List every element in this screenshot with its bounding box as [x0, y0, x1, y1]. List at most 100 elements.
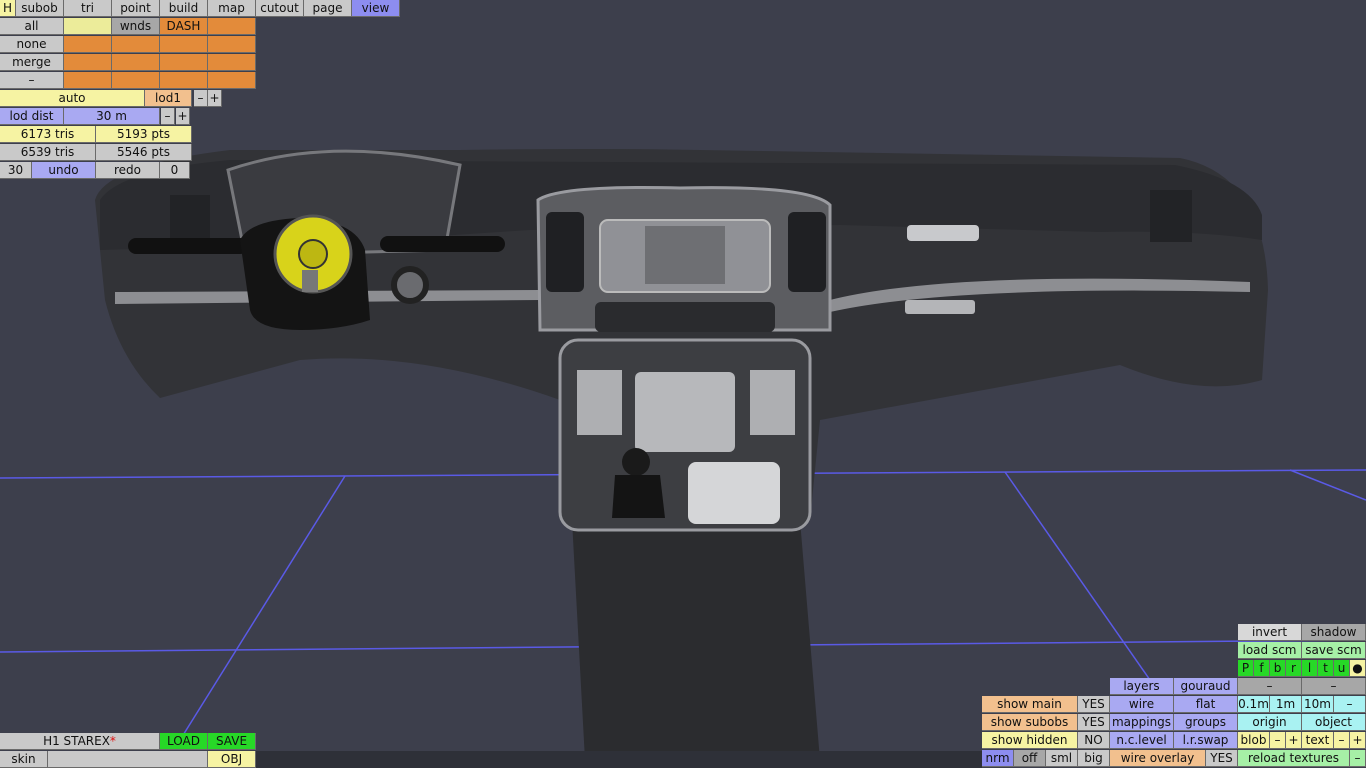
view-under-button[interactable]: u — [1334, 660, 1350, 677]
lod-dist-decrease[interactable]: – — [161, 108, 175, 125]
skin-button[interactable]: skin — [0, 751, 48, 768]
subobject-slot-14[interactable] — [112, 72, 160, 89]
tab-point[interactable]: point — [112, 0, 160, 17]
subobject-slot-11[interactable] — [160, 54, 208, 71]
blob-increase[interactable]: + — [1286, 732, 1302, 749]
subobject-slot-5[interactable] — [64, 36, 112, 53]
subobject-slot-16[interactable] — [208, 72, 256, 89]
show-subobs-value[interactable]: YES — [1078, 714, 1110, 731]
shadow-button[interactable]: shadow — [1302, 624, 1366, 641]
center-vent-right — [788, 212, 826, 292]
lr-swap-button[interactable]: l.r.swap — [1174, 732, 1238, 749]
show-main-button[interactable]: show main — [982, 696, 1078, 713]
subobject-slot-9[interactable] — [64, 54, 112, 71]
blob-button[interactable]: blob — [1238, 732, 1270, 749]
step-10m-button[interactable]: 10m — [1302, 696, 1334, 713]
mappings-button[interactable]: mappings — [1110, 714, 1174, 731]
big-size-button[interactable]: big — [1078, 750, 1110, 767]
invert-button[interactable]: invert — [1238, 624, 1302, 641]
step-01m-button[interactable]: 0.1m — [1238, 696, 1270, 713]
save-button[interactable]: SAVE — [208, 733, 256, 750]
snap-dash-1[interactable]: – — [1238, 678, 1302, 695]
load-button[interactable]: LOAD — [160, 733, 208, 750]
view-top-button[interactable]: t — [1318, 660, 1334, 677]
wire-overlay-value[interactable]: YES — [1206, 750, 1238, 767]
console-display — [635, 372, 735, 452]
total-pts-count: 5546 pts — [96, 144, 192, 161]
subobject-slot-13[interactable] — [64, 72, 112, 89]
remove-button[interactable]: – — [0, 72, 64, 89]
gouraud-button[interactable]: gouraud — [1174, 678, 1238, 695]
flat-button[interactable]: flat — [1174, 696, 1238, 713]
step-1m-button[interactable]: 1m — [1270, 696, 1302, 713]
subobject-slot-4[interactable] — [208, 18, 256, 35]
view-right-button[interactable]: r — [1286, 660, 1302, 677]
snap-dash-2[interactable]: – — [1302, 678, 1366, 695]
model-name[interactable]: H1 STAREX* — [0, 733, 160, 750]
layers-button[interactable]: layers — [1110, 678, 1174, 695]
load-scm-button[interactable]: load scm — [1238, 642, 1302, 659]
step-minus-button[interactable]: – — [1334, 696, 1366, 713]
subobject-slot-6[interactable] — [112, 36, 160, 53]
tab-map[interactable]: map — [208, 0, 256, 17]
text-decrease[interactable]: – — [1334, 732, 1350, 749]
lod-dist-increase[interactable]: + — [176, 108, 190, 125]
save-scm-button[interactable]: save scm — [1302, 642, 1366, 659]
off-size-button[interactable]: off — [1014, 750, 1046, 767]
text-button[interactable]: text — [1302, 732, 1334, 749]
nc-level-button[interactable]: n.c.level — [1110, 732, 1174, 749]
lod-dist-value[interactable]: 30 m — [64, 108, 160, 125]
obj-export-button[interactable]: OBJ — [208, 751, 256, 768]
select-all-button[interactable]: all — [0, 18, 64, 35]
view-left-button[interactable]: l — [1302, 660, 1318, 677]
subobject-slot-15[interactable] — [160, 72, 208, 89]
view-perspective-button[interactable]: P — [1238, 660, 1254, 677]
show-subobs-button[interactable]: show subobs — [982, 714, 1078, 731]
view-back-button[interactable]: b — [1270, 660, 1286, 677]
subobject-slot-10[interactable] — [112, 54, 160, 71]
redo-button[interactable]: redo — [96, 162, 160, 179]
dash-subobject-button[interactable]: DASH — [160, 18, 208, 35]
subobject-slot-12[interactable] — [208, 54, 256, 71]
show-hidden-value[interactable]: NO — [1078, 732, 1110, 749]
merge-button[interactable]: merge — [0, 54, 64, 71]
select-none-button[interactable]: none — [0, 36, 64, 53]
console-switch-left — [577, 370, 622, 435]
tab-view[interactable]: view — [352, 0, 400, 17]
tab-page[interactable]: page — [304, 0, 352, 17]
tab-build[interactable]: build — [160, 0, 208, 17]
reload-textures-button[interactable]: reload textures — [1238, 750, 1350, 767]
undo-button[interactable]: undo — [32, 162, 96, 179]
tab-help[interactable]: H — [0, 0, 16, 17]
tab-subob[interactable]: subob — [16, 0, 64, 17]
lod-auto-button[interactable]: auto — [0, 90, 145, 107]
subobject-slot-1[interactable] — [64, 18, 112, 35]
3d-viewport[interactable] — [0, 0, 1366, 768]
lod-increase-button[interactable]: + — [208, 90, 222, 107]
wnds-subobject-button[interactable]: wnds — [112, 18, 160, 35]
skin-field[interactable] — [48, 751, 208, 768]
tab-tri[interactable]: tri — [64, 0, 112, 17]
blob-decrease[interactable]: – — [1270, 732, 1286, 749]
gear-boot — [612, 475, 665, 518]
origin-button[interactable]: origin — [1238, 714, 1302, 731]
pts-count: 5193 pts — [96, 126, 192, 143]
lod-decrease-button[interactable]: – — [194, 90, 208, 107]
view-front-button[interactable]: f — [1254, 660, 1270, 677]
show-hidden-button[interactable]: show hidden — [982, 732, 1078, 749]
wire-overlay-button[interactable]: wire overlay — [1110, 750, 1206, 767]
lod-level-button[interactable]: lod1 — [145, 90, 192, 107]
subobject-slot-8[interactable] — [208, 36, 256, 53]
reload-textures-minus[interactable]: – — [1350, 750, 1366, 767]
small-size-button[interactable]: sml — [1046, 750, 1078, 767]
subobject-slot-7[interactable] — [160, 36, 208, 53]
normal-size-button[interactable]: nrm — [982, 750, 1014, 767]
view-dot-button[interactable]: ● — [1350, 660, 1366, 677]
wire-button[interactable]: wire — [1110, 696, 1174, 713]
object-button[interactable]: object — [1302, 714, 1366, 731]
gear-knob — [622, 448, 650, 476]
groups-button[interactable]: groups — [1174, 714, 1238, 731]
tab-cutout[interactable]: cutout — [256, 0, 304, 17]
text-increase[interactable]: + — [1350, 732, 1366, 749]
show-main-value[interactable]: YES — [1078, 696, 1110, 713]
